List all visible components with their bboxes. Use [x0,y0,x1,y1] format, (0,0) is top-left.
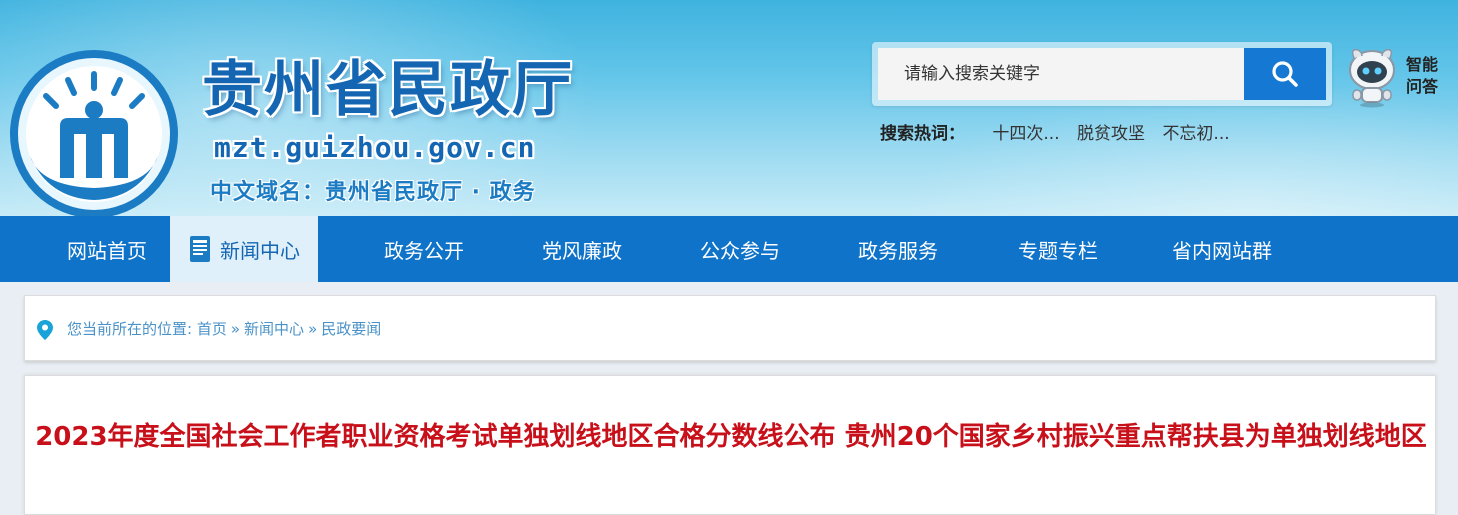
nav-item-label: 政务服务 [858,238,938,263]
search-button[interactable] [1244,48,1326,100]
breadcrumb: 您当前所在的位置: 首页» 新闻中心» 民政要闻 [24,295,1436,361]
nav-item-public-participation[interactable]: 公众参与 [676,216,804,282]
site-chinese-domain: 中文域名：贵州省民政厅 · 政务 [210,180,536,205]
nav-item-label: 新闻中心 [220,238,300,263]
search-icon [1272,61,1298,87]
site-title: 贵州省民政厅 [202,55,574,125]
breadcrumb-link-current[interactable]: 民政要闻 [321,320,381,338]
main-nav: 网站首页 新闻中心 政务公开 党风廉政 公众参与 政务服务 专题专栏 省内网站群 [0,216,1458,282]
nav-item-special-topics[interactable]: 专题专栏 [994,216,1122,282]
breadcrumb-link-news[interactable]: 新闻中心 [244,320,304,338]
article-title: 2023年度全国社会工作者职业资格考试单独划线地区合格分数线公布 贵州20个国家… [35,422,1427,452]
nav-item-party-integrity[interactable]: 党风廉政 [518,216,646,282]
nav-item-label: 政务公开 [384,238,464,263]
hot-search-item[interactable]: 脱贫攻坚 [1077,124,1145,144]
nav-item-home[interactable]: 网站首页 [46,216,168,282]
hot-search-item[interactable]: 十四次... [992,124,1059,144]
article-panel: 2023年度全国社会工作者职业资格考试单独划线地区合格分数线公布 贵州20个国家… [24,375,1436,515]
hot-search-label: 搜索热词： [880,124,965,144]
nav-item-label: 党风廉政 [542,238,622,263]
nav-item-label: 专题专栏 [1018,238,1098,263]
robot-icon[interactable] [1342,44,1404,108]
nav-item-gov-services[interactable]: 政务服务 [834,216,962,282]
ai-qa-line1: 智能 [1406,55,1439,74]
nav-item-label: 公众参与 [700,238,780,263]
nav-item-label: 省内网站群 [1172,238,1272,263]
site-header: 贵州省民政厅 mzt.guizhou.gov.cn 中文域名：贵州省民政厅 · … [0,0,1458,216]
hot-search-item[interactable]: 不忘初... [1162,124,1229,144]
minzheng-logo-icon[interactable] [8,48,180,216]
document-icon [190,236,210,262]
breadcrumb-link-home[interactable]: 首页 [197,320,227,338]
breadcrumb-prefix: 您当前所在的位置: [67,320,193,338]
location-pin-icon [37,320,53,340]
nav-item-news[interactable]: 新闻中心 [170,216,318,282]
search-box [872,42,1332,106]
search-input[interactable] [878,48,1244,100]
nav-item-gov-affairs-open[interactable]: 政务公开 [360,216,488,282]
ai-qa-link[interactable]: 智能 问答 [1406,54,1446,98]
breadcrumb-separator: » [230,320,241,338]
ai-qa-line2: 问答 [1406,77,1439,96]
site-domain: mzt.guizhou.gov.cn [214,131,536,164]
nav-item-provincial-sites[interactable]: 省内网站群 [1154,216,1290,282]
nav-item-label: 网站首页 [67,238,147,263]
breadcrumb-trail: 您当前所在的位置: 首页» 新闻中心» 民政要闻 [67,318,381,340]
hot-search: 搜索热词： 十四次... 脱贫攻坚 不忘初... [880,122,1242,146]
breadcrumb-separator: » [308,320,318,338]
